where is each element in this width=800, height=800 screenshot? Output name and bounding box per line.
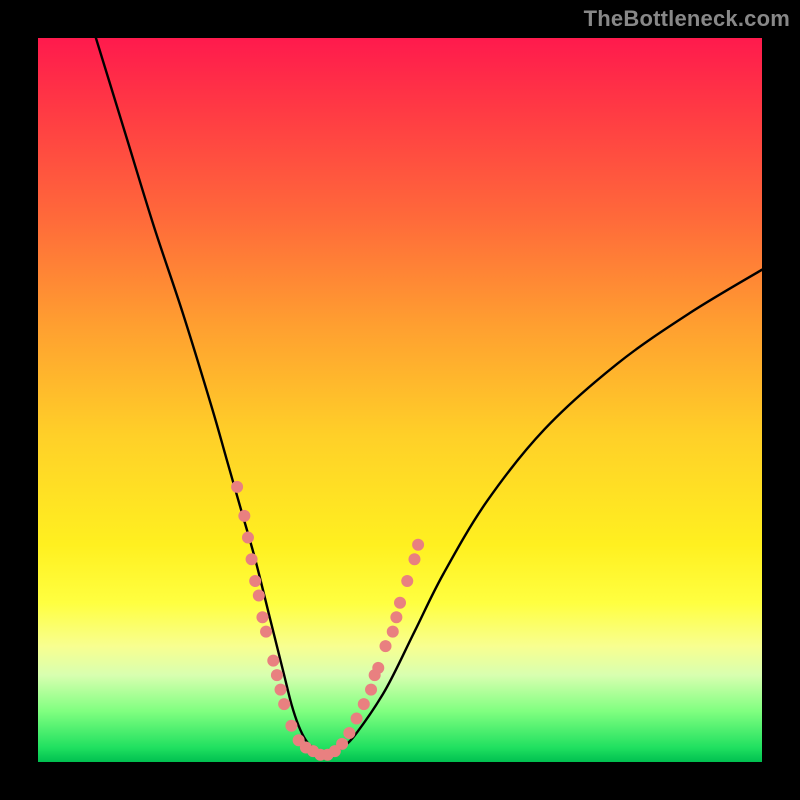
highlight-dot: [231, 481, 243, 493]
highlight-dot: [351, 713, 363, 725]
highlight-dot: [412, 539, 424, 551]
highlight-dot: [390, 611, 402, 623]
highlight-dot: [394, 597, 406, 609]
bottleneck-curve: [96, 38, 762, 755]
highlight-dot: [401, 575, 413, 587]
highlight-dot: [387, 626, 399, 638]
highlight-dot: [358, 698, 370, 710]
highlight-dot: [246, 553, 258, 565]
highlight-dot: [278, 698, 290, 710]
chart-frame: TheBottleneck.com: [0, 0, 800, 800]
highlight-dot: [271, 669, 283, 681]
highlight-dot: [260, 626, 272, 638]
highlight-dot: [242, 532, 254, 544]
highlight-dot: [336, 738, 348, 750]
highlight-dot: [365, 684, 377, 696]
highlight-dot: [253, 589, 265, 601]
highlight-dot: [256, 611, 268, 623]
highlight-dot: [408, 553, 420, 565]
chart-svg: [38, 38, 762, 762]
highlight-dot: [380, 640, 392, 652]
highlight-dots: [231, 481, 424, 761]
highlight-dot: [372, 662, 384, 674]
highlight-dot: [249, 575, 261, 587]
highlight-dot: [343, 727, 355, 739]
highlight-dot: [285, 720, 297, 732]
watermark-text: TheBottleneck.com: [584, 6, 790, 32]
highlight-dot: [275, 684, 287, 696]
plot-area: [38, 38, 762, 762]
highlight-dot: [267, 655, 279, 667]
highlight-dot: [238, 510, 250, 522]
